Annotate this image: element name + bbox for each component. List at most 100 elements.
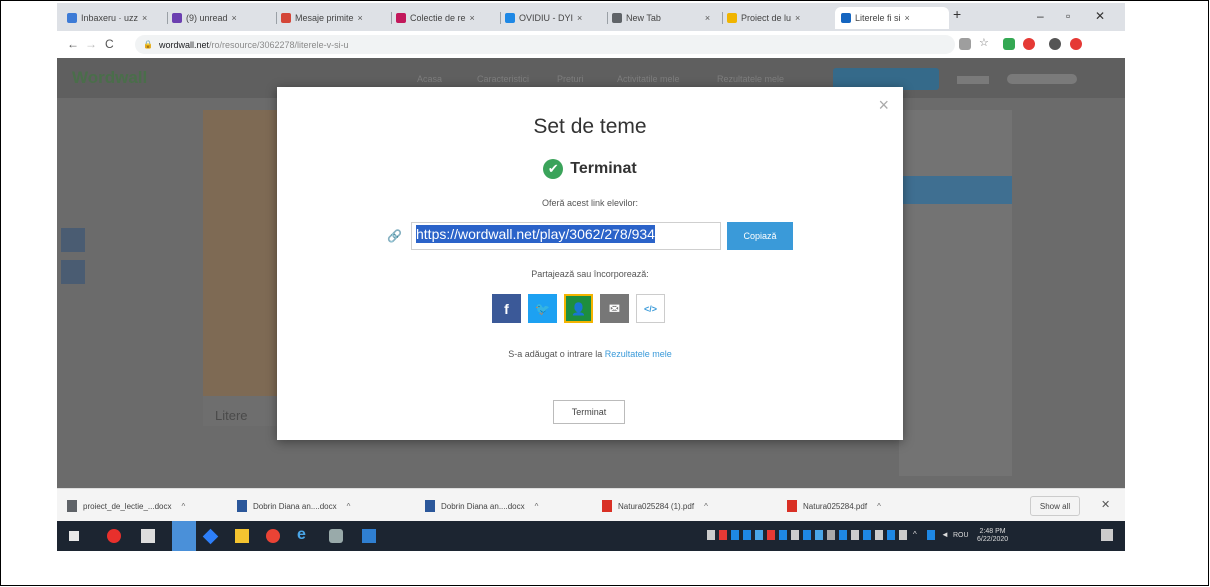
nav-link[interactable]: Acasa [417,74,442,84]
tray-icon[interactable] [839,530,847,540]
show-all-button[interactable]: Show all [1030,496,1080,516]
download-item[interactable]: Dobrin Diana an....docx ^ [237,497,407,515]
star-icon[interactable]: ☆ [979,36,991,49]
clock[interactable]: 2:48 PM 6/22/2020 [977,528,1008,544]
language-indicator[interactable]: ROU [953,532,969,539]
volume-icon[interactable]: ◄ [941,530,949,540]
added-entry-text: S-a adăugat o intrare la Rezultatele mel… [277,349,903,359]
tray-icon[interactable] [887,530,895,540]
chevron-up-icon[interactable]: ^ [182,502,186,511]
tray-icon[interactable] [719,530,727,540]
notifications-icon[interactable] [1101,529,1113,541]
tab-4[interactable]: Colectie de re × [396,7,496,29]
tray-icon[interactable] [779,530,787,540]
tray-icon[interactable] [851,530,859,540]
file-explorer-icon[interactable] [235,529,249,543]
twitter-icon[interactable]: 🐦 [528,294,557,323]
extension-icon[interactable] [959,38,971,50]
tab-2[interactable]: (9) unread × [172,7,272,29]
tray-icon[interactable] [863,530,871,540]
tray-icon[interactable] [803,530,811,540]
forward-icon[interactable]: → [85,37,97,51]
tray-icon[interactable] [707,530,715,540]
extension-icon[interactable] [1023,38,1035,50]
tray-icon[interactable] [731,530,739,540]
download-item[interactable]: Dobrin Diana an....docx ^ [425,497,590,515]
tray-icon[interactable] [767,530,775,540]
url-field[interactable]: 🔒 wordwall.net/ro/resource/3062278/liter… [135,35,955,54]
share-link-field[interactable]: https://wordwall.net/play/3062/278/934 [411,222,721,250]
download-item[interactable]: Natura025284.pdf ^ [787,497,947,515]
embed-icon[interactable]: </> [636,294,665,323]
tray-icon[interactable] [743,530,751,540]
copy-button[interactable]: Copiază [727,222,793,250]
site-logo[interactable]: Wordwall [72,68,147,88]
google-classroom-icon[interactable]: 👤 [564,294,593,323]
tray-icon[interactable] [791,530,799,540]
download-item[interactable]: proiect_de_lectie_...docx ^ [67,497,232,515]
extension-icon[interactable] [1070,38,1082,50]
profile-icon[interactable] [1049,38,1061,50]
my-results-link[interactable]: Rezultatele mele [605,349,672,359]
close-icon[interactable]: ✕ [1101,498,1110,511]
word-doc-icon [425,500,435,512]
tab-6[interactable]: New Tab × [612,7,718,29]
nav-link[interactable]: Rezultatele mele [717,74,784,84]
minimize-icon[interactable]: – [1037,9,1044,23]
chevron-up-icon[interactable]: ^ [877,502,881,511]
close-icon[interactable]: × [470,13,475,23]
close-icon[interactable]: × [232,13,237,23]
network-icon[interactable] [927,530,935,540]
nav-link[interactable]: Caracteristici [477,74,529,84]
back-icon[interactable]: ← [67,37,79,51]
lock-icon: 🔒 [143,40,153,49]
close-icon[interactable]: × [142,13,147,23]
tray-icon[interactable] [755,530,763,540]
tray-icon[interactable] [815,530,823,540]
window-close-icon[interactable]: ✕ [1095,9,1105,23]
share-side-icon[interactable] [61,260,85,284]
edge-icon[interactable]: e [297,526,311,543]
chevron-up-icon[interactable]: ^ [913,530,917,540]
tab-7[interactable]: Proiect de lu × [727,7,829,29]
header-link[interactable] [957,76,989,84]
extension-icon[interactable] [1003,38,1015,50]
share-side-icon[interactable] [61,228,85,252]
done-button[interactable]: Terminat [553,400,625,424]
chevron-up-icon[interactable]: ^ [535,502,539,511]
new-tab-icon[interactable]: + [953,6,961,22]
nav-link[interactable]: Preturi [557,74,584,84]
app-icon[interactable] [329,529,343,543]
close-icon[interactable]: × [795,13,800,23]
close-icon[interactable]: × [905,13,910,23]
chrome-icon[interactable] [266,529,280,543]
tab-active[interactable]: Literele fi si × [835,7,949,29]
email-icon[interactable]: ✉ [600,294,629,323]
opera-icon[interactable] [107,529,121,543]
chevron-up-icon[interactable]: ^ [347,502,351,511]
download-item[interactable]: Natura025284 (1).pdf ^ [602,497,772,515]
side-item-active[interactable] [899,176,1012,204]
tab-3[interactable]: Mesaje primite × [281,7,387,29]
tab-5[interactable]: OVIDIU - DYI × [505,7,603,29]
screenshot: Inbaxeru · uzz × (9) unread × Mesaje primi… [57,3,1125,551]
tray-icon[interactable] [827,530,835,540]
nav-link[interactable]: Activitatile mele [617,74,680,84]
close-icon[interactable]: × [577,13,582,23]
tray-icon[interactable] [899,530,907,540]
tab-1[interactable]: Inbaxeru · uzz × [67,7,163,29]
app-icon[interactable] [362,529,376,543]
close-icon[interactable]: × [705,13,710,23]
chevron-up-icon[interactable]: ^ [704,502,708,511]
tray-icon[interactable] [875,530,883,540]
close-icon[interactable]: × [878,95,889,116]
app-icon[interactable] [202,528,219,545]
close-icon[interactable]: × [358,13,363,23]
windows-start-icon[interactable] [69,531,79,541]
facebook-icon[interactable]: f [492,294,521,323]
maximize-icon[interactable]: ▫ [1066,9,1070,23]
account-menu[interactable] [1007,74,1077,84]
reload-icon[interactable]: C [105,37,114,51]
app-icon[interactable] [172,521,196,551]
calculator-icon[interactable] [141,529,155,543]
